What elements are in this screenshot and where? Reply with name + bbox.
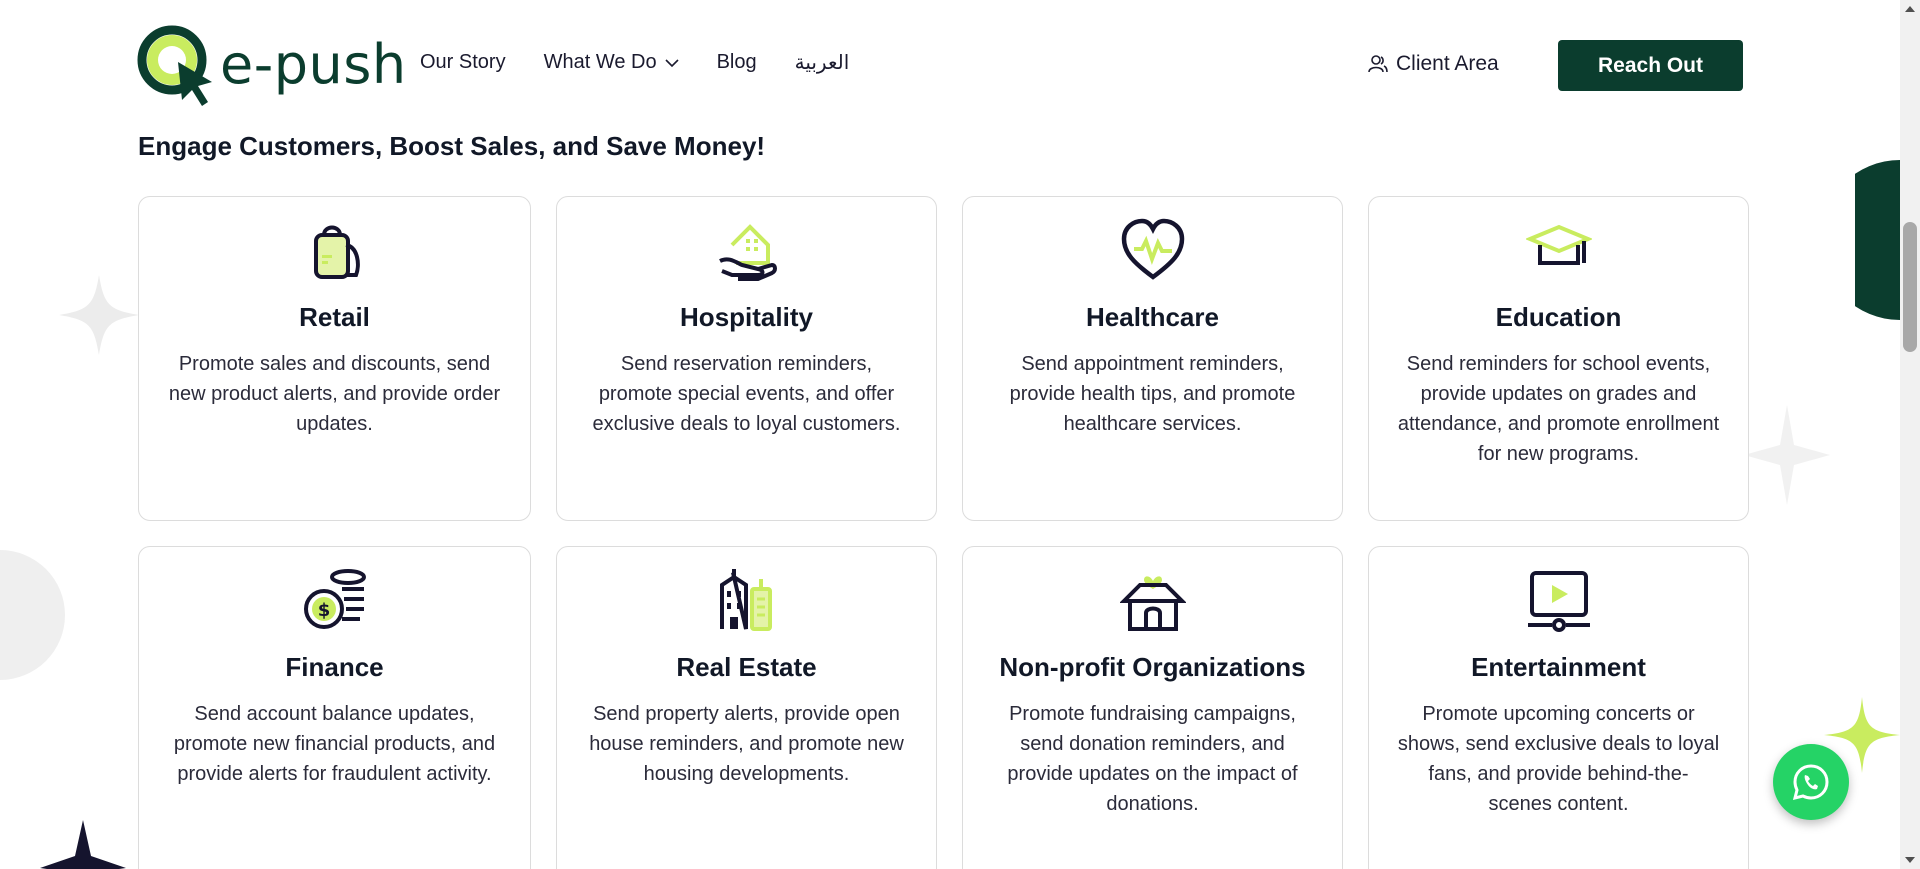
half-circle-decoration xyxy=(1855,160,1900,320)
card-title: Retail xyxy=(299,302,370,332)
industry-card-healthcare[interactable]: Healthcare Send appointment reminders, p… xyxy=(962,196,1343,521)
client-area-label: Client Area xyxy=(1396,52,1499,75)
scroll-down-arrow-icon[interactable] xyxy=(1905,857,1915,863)
charity-house-icon xyxy=(1119,576,1186,631)
heartbeat-icon xyxy=(1121,218,1184,280)
nav-blog[interactable]: Blog xyxy=(717,51,757,74)
card-description: Promote upcoming concerts or shows, send… xyxy=(1397,703,1720,815)
main-nav: Our Story What We Do Blog العربية xyxy=(420,50,849,75)
shopping-bag-icon xyxy=(313,225,360,279)
card-title: Entertainment xyxy=(1471,652,1646,682)
user-icon xyxy=(1368,55,1388,73)
card-title: Healthcare xyxy=(1086,302,1219,332)
card-description: Send property alerts, provide open house… xyxy=(589,703,904,785)
industry-card-finance[interactable]: $ Finance Send account balance updates, … xyxy=(138,546,531,869)
card-description: Send reservation reminders, promote spec… xyxy=(592,353,901,435)
card-title: Finance xyxy=(285,652,384,682)
site-header: e-push Our Story What We Do Blog العربية… xyxy=(0,0,1900,130)
star-decoration-icon xyxy=(40,820,126,869)
coins-icon: $ xyxy=(303,569,366,629)
reach-out-button[interactable]: Reach Out xyxy=(1558,40,1743,91)
section-title: Engage Customers, Boost Sales, and Save … xyxy=(138,131,766,161)
logo-text: e-push xyxy=(220,33,407,96)
nav-arabic-language[interactable]: العربية xyxy=(795,50,850,75)
page-scrollbar[interactable] xyxy=(1900,0,1920,869)
card-title: Non-profit Organizations xyxy=(999,652,1306,682)
circle-decoration xyxy=(0,550,65,680)
nav-label: Our Story xyxy=(420,51,506,73)
whatsapp-button[interactable] xyxy=(1773,744,1849,820)
whatsapp-icon xyxy=(1792,764,1829,801)
industry-card-entertainment[interactable]: Entertainment Promote upcoming concerts … xyxy=(1368,546,1749,869)
industry-card-hospitality[interactable]: Hospitality Send reservation reminders, … xyxy=(556,196,937,521)
logo[interactable]: e-push xyxy=(136,22,407,108)
nav-label: What We Do xyxy=(543,51,657,73)
nav-label: العربية xyxy=(794,52,850,74)
industry-card-retail[interactable]: Retail Promote sales and discounts, send… xyxy=(138,196,531,521)
card-title: Hospitality xyxy=(680,302,813,332)
card-title: Education xyxy=(1495,302,1622,332)
scrollbar-thumb[interactable] xyxy=(1903,222,1917,352)
card-description: Promote fundraising campaigns, send dona… xyxy=(1007,703,1298,815)
card-title: Real Estate xyxy=(676,652,817,682)
chevron-down-icon xyxy=(665,58,679,67)
star-decoration-icon xyxy=(1744,405,1830,505)
logo-cursor-icon xyxy=(137,25,212,106)
industry-card-real-estate[interactable]: Real Estate Send property alerts, provid… xyxy=(556,546,937,869)
card-description: Send reminders for school events, provid… xyxy=(1397,353,1720,465)
card-description: Promote sales and discounts, send new pr… xyxy=(168,353,501,435)
card-description: Send account balance updates, promote ne… xyxy=(173,703,496,785)
hand-house-icon xyxy=(718,224,777,281)
nav-label: Blog xyxy=(716,51,757,73)
card-description: Send appointment reminders, provide heal… xyxy=(1009,353,1296,435)
video-screen-icon xyxy=(1527,571,1590,632)
industry-card-education[interactable]: Education Send reminders for school even… xyxy=(1368,196,1749,521)
buildings-icon xyxy=(719,569,772,631)
graduation-cap-icon xyxy=(1525,224,1592,265)
client-area-link[interactable]: Client Area xyxy=(1368,52,1499,76)
nav-what-we-do[interactable]: What We Do xyxy=(544,51,679,74)
industry-card-non-profit[interactable]: Non-profit Organizations Promote fundrai… xyxy=(962,546,1343,869)
svg-text:$: $ xyxy=(317,600,330,621)
nav-our-story[interactable]: Our Story xyxy=(420,51,506,74)
sparkle-decoration-icon xyxy=(59,275,139,355)
scroll-up-arrow-icon[interactable] xyxy=(1905,6,1915,12)
